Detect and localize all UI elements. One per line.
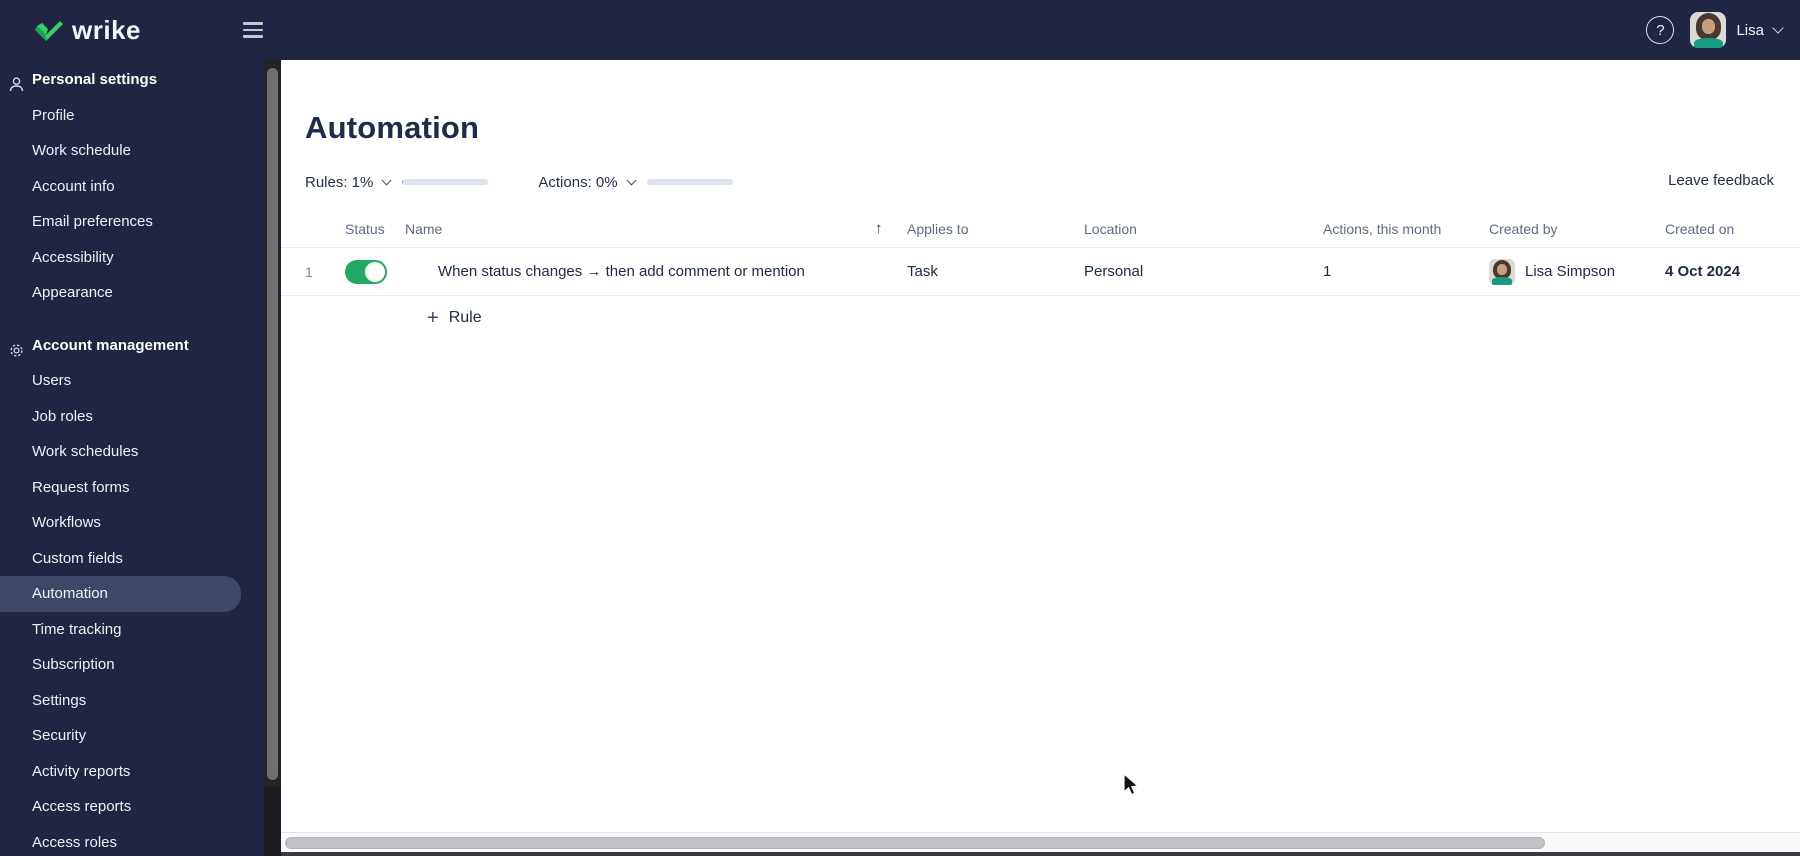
rule-actions-count: 1: [1323, 263, 1332, 280]
wrike-check-icon: [35, 21, 63, 41]
rule-created-on: 4 Oct 2024: [1665, 263, 1741, 280]
sidebar-scrollbar-thumb[interactable]: [267, 68, 278, 780]
rule-status-toggle[interactable]: [345, 259, 387, 284]
settings-sidebar: Personal settings Profile Work schedule …: [0, 60, 264, 856]
sidebar-item-accessibility[interactable]: Accessibility: [0, 240, 264, 276]
wrike-logo[interactable]: wrike: [34, 15, 141, 46]
row-number: 1: [305, 263, 313, 280]
rules-usage-label: Rules: 1%: [305, 173, 374, 191]
sidebar-item-settings[interactable]: Settings: [0, 683, 264, 719]
column-name[interactable]: Name: [405, 210, 442, 247]
section-account-management: Account management: [0, 328, 264, 364]
person-icon: [8, 71, 25, 107]
add-rule-label: Rule: [448, 309, 482, 326]
sidebar-item-automation[interactable]: Automation: [0, 576, 241, 612]
section-label: Personal settings: [32, 71, 158, 88]
sidebar-item-activity-reports[interactable]: Activity reports: [0, 754, 264, 790]
sidebar-item-subscription[interactable]: Subscription: [0, 647, 264, 683]
page-title: Automation: [305, 110, 480, 145]
add-rule-button[interactable]: + Rule: [427, 304, 482, 332]
sidebar-item-account-info[interactable]: Account info: [0, 169, 264, 205]
gear-icon: [8, 337, 25, 373]
sidebar-scrollbar[interactable]: [264, 60, 281, 856]
column-created-on[interactable]: Created on: [1665, 210, 1734, 247]
sidebar-item-custom-fields[interactable]: Custom fields: [0, 541, 264, 577]
chevron-down-icon: [1772, 22, 1784, 34]
help-icon[interactable]: ?: [1646, 16, 1675, 44]
sidebar-item-access-reports[interactable]: Access reports: [0, 789, 264, 825]
sidebar-item-profile[interactable]: Profile: [0, 98, 264, 134]
horizontal-scrollbar[interactable]: [281, 832, 1800, 852]
rule-name: When status changes → then add comment o…: [438, 263, 805, 280]
hamburger-menu-icon[interactable]: [243, 20, 265, 40]
section-label: Account management: [32, 336, 189, 354]
sidebar-item-appearance[interactable]: Appearance: [0, 275, 264, 311]
user-avatar: [1690, 12, 1727, 48]
rule-location: Personal: [1084, 263, 1144, 280]
window-bottom-edge: [281, 852, 1800, 856]
creator-avatar: [1489, 258, 1515, 285]
table-header: Status Name ↑ Applies to Location Action…: [281, 210, 1800, 248]
rule-applies-to: Task: [907, 263, 938, 280]
sidebar-item-security[interactable]: Security: [0, 718, 264, 754]
column-location[interactable]: Location: [1084, 210, 1137, 247]
section-personal-settings: Personal settings: [0, 62, 264, 98]
chevron-down-icon: [381, 175, 392, 186]
horizontal-scrollbar-thumb[interactable]: [285, 837, 1545, 849]
sidebar-item-workflows[interactable]: Workflows: [0, 505, 264, 541]
plus-icon: +: [427, 307, 439, 329]
table-row[interactable]: 1 When status changes → then add comment…: [281, 248, 1800, 296]
column-status[interactable]: Status: [345, 210, 385, 247]
creator-name: Lisa Simpson: [1525, 263, 1616, 280]
mouse-cursor: [1123, 773, 1140, 796]
brand-name: wrike: [72, 14, 141, 45]
sidebar-item-access-roles[interactable]: Access roles: [0, 825, 264, 856]
chevron-down-icon: [626, 175, 637, 186]
user-menu[interactable]: Lisa: [1690, 12, 1784, 48]
leave-feedback-link[interactable]: Leave feedback: [1668, 172, 1774, 189]
sidebar-item-job-roles[interactable]: Job roles: [0, 399, 264, 435]
actions-usage-progress: [646, 179, 733, 185]
sidebar-item-request-forms[interactable]: Request forms: [0, 470, 264, 506]
rules-usage-dropdown[interactable]: Rules: 1%: [305, 173, 392, 191]
sidebar-item-email-preferences[interactable]: Email preferences: [0, 204, 264, 240]
column-actions-this-month[interactable]: Actions, this month: [1323, 210, 1441, 247]
automation-page: Automation Rules: 1% Actions: 0% Leave f…: [281, 60, 1800, 856]
actions-usage-dropdown[interactable]: Actions: 0%: [538, 173, 637, 191]
column-created-by[interactable]: Created by: [1489, 210, 1557, 247]
sidebar-item-work-schedules[interactable]: Work schedules: [0, 434, 264, 470]
actions-usage-label: Actions: 0%: [538, 173, 618, 191]
column-applies-to[interactable]: Applies to: [907, 210, 968, 247]
top-bar: wrike ? Lisa: [0, 0, 1800, 60]
sidebar-item-time-tracking[interactable]: Time tracking: [0, 612, 264, 648]
sort-ascending-icon[interactable]: ↑: [875, 210, 883, 247]
sidebar-item-work-schedule[interactable]: Work schedule: [0, 133, 264, 169]
rules-usage-progress: [402, 179, 489, 185]
user-name: Lisa: [1736, 21, 1764, 39]
sidebar-item-users[interactable]: Users: [0, 363, 264, 399]
